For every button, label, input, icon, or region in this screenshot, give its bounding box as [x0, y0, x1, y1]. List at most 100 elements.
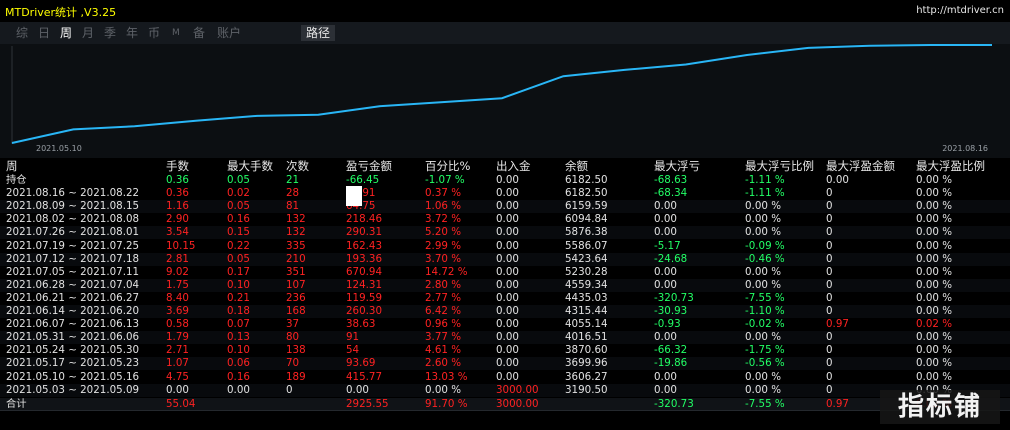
cell-col-8: -68.34 — [654, 187, 688, 200]
table-row: 2021.08.02 ~ 2021.08.08 2.90 0.16 132 218.46… — [0, 213, 1010, 226]
cell-col-2: 0.22 — [227, 239, 250, 252]
column-header-5[interactable]: 百分比% — [425, 160, 470, 173]
cell-col-6: 0.00 — [496, 318, 519, 331]
column-header-0[interactable]: 周 — [6, 160, 18, 173]
cell-col-11: 0.02 % — [916, 318, 952, 331]
tab-0[interactable]: 综 — [14, 25, 30, 41]
cell-col-2: 0.18 — [227, 305, 250, 317]
cell-col-7: 6159.59 — [565, 200, 608, 213]
table-row: 2021.05.03 ~ 2021.05.09 0.00 0.00 0 0.00 0.00… — [0, 383, 1010, 397]
cell-col-8: 0.00 — [654, 331, 677, 344]
chart-end-date: 2021.08.16 — [942, 144, 988, 153]
tab-route[interactable]: 路径 — [301, 25, 336, 41]
cell-col-10: 0 — [826, 200, 833, 213]
cell-col-2: 0.16 — [227, 370, 250, 383]
tab-7[interactable]: M — [170, 25, 182, 41]
cell-col-7: 6094.84 — [565, 213, 608, 226]
tab-4[interactable]: 季 — [102, 25, 118, 41]
cell-col-6: 3000.00 — [496, 397, 539, 410]
cell-col-1: 8.40 — [166, 291, 189, 304]
cell-col-6: 0.00 — [496, 357, 519, 370]
cell-col-5: 91.70 % — [425, 397, 468, 410]
cell-col-1: 3.69 — [166, 305, 189, 317]
cell-col-4: 290.31 — [346, 226, 383, 239]
cell-col-4: 119.59 — [346, 291, 383, 304]
cell-col-6: 0.00 — [496, 252, 519, 265]
cell-col-2: 0.16 — [227, 213, 250, 226]
table-row: 2021.06.28 ~ 2021.07.04 1.75 0.10 107 124.31… — [0, 278, 1010, 292]
column-header-4[interactable]: 盈亏金额 — [346, 160, 392, 173]
title-bar: MTDriver统计 ,V3.25 http://mtdriver.cn — [0, 0, 1010, 22]
tab-8[interactable]: 备 — [191, 25, 207, 41]
cell-col-11: 0.00 % — [916, 344, 952, 357]
balance-line — [11, 44, 992, 144]
cell-col-1: 0.58 — [166, 318, 189, 331]
cell-col-8: 0.00 — [654, 265, 677, 278]
cell-col-10: 0.97 — [826, 318, 849, 331]
cell-col-5: 0.37 % — [425, 187, 461, 200]
column-header-3[interactable]: 次数 — [286, 160, 309, 173]
cell-col-3: 21 — [286, 174, 300, 186]
cell-col-6: 0.00 — [496, 344, 519, 357]
cell-col-7: 5423.64 — [565, 252, 608, 265]
cell-col-2: 0.15 — [227, 226, 250, 239]
column-header-1[interactable]: 手数 — [166, 160, 189, 173]
column-header-11[interactable]: 最大浮盈比例 — [916, 160, 985, 173]
column-header-10[interactable]: 最大浮盈金额 — [826, 160, 895, 173]
tab-3[interactable]: 月 — [80, 25, 96, 41]
row-label: 2021.07.12 ~ 2021.07.18 — [6, 252, 140, 265]
tab-5[interactable]: 年 — [124, 25, 140, 41]
cell-col-3: 210 — [286, 252, 306, 265]
cell-col-1: 1.75 — [166, 278, 189, 291]
column-header-2[interactable]: 最大手数 — [227, 160, 273, 173]
cell-col-3: 81 — [286, 200, 300, 213]
row-label: 2021.07.26 ~ 2021.08.01 — [6, 226, 140, 239]
column-header-8[interactable]: 最大浮亏 — [654, 160, 700, 173]
cell-col-11: 0.00 % — [916, 174, 952, 186]
app-title: MTDriver统计 ,V3.25 — [5, 6, 117, 19]
tab-6[interactable]: 币 — [146, 25, 162, 41]
cell-col-2: 0.17 — [227, 265, 250, 278]
cell-col-3: 138 — [286, 344, 306, 357]
table-row: 2021.07.12 ~ 2021.07.18 2.81 0.05 210 193.36… — [0, 252, 1010, 266]
total-row: 合计 55.04 2925.55 91.70 % 3000.00 -320.73 -7.55… — [0, 397, 1010, 411]
table-row: 2021.05.24 ~ 2021.05.30 2.71 0.10 138 54 4.61… — [0, 344, 1010, 357]
cell-col-7: 5876.38 — [565, 226, 608, 239]
cell-col-10: 0.00 — [826, 174, 849, 186]
website-link[interactable]: http://mtdriver.cn — [916, 5, 1004, 16]
cell-col-4: 38.63 — [346, 318, 376, 331]
row-label: 2021.06.07 ~ 2021.06.13 — [6, 318, 140, 331]
cell-col-8: 0.00 — [654, 383, 677, 396]
cell-col-5: 1.06 % — [425, 200, 461, 213]
cell-col-3: 37 — [286, 318, 300, 331]
tab-1[interactable]: 日 — [36, 25, 52, 41]
cell-col-8: 0.00 — [654, 278, 677, 291]
cell-col-7: 3870.60 — [565, 344, 608, 357]
cell-col-6: 0.00 — [496, 239, 519, 252]
cell-col-4: 670.94 — [346, 265, 383, 278]
cell-col-3: 168 — [286, 305, 306, 317]
cell-col-10: 0 — [826, 291, 833, 304]
cell-col-5: 5.20 % — [425, 226, 461, 239]
cell-col-8: -320.73 — [654, 291, 694, 304]
cell-col-6: 0.00 — [496, 291, 519, 304]
weekly-stats-table: 周 手数 最大手数 次数 盈亏金额 百分比% 出入金 余额 最大浮亏 最大浮亏比例 最大浮盈金额 最大… — [0, 158, 1010, 430]
watermark: 指标铺 — [880, 390, 1000, 424]
cell-col-4: 162.43 — [346, 239, 383, 252]
cell-col-8: -30.93 — [654, 305, 688, 317]
column-header-9[interactable]: 最大浮亏比例 — [745, 160, 814, 173]
column-header-7[interactable]: 余额 — [565, 160, 588, 173]
cell-col-9: 0.00 % — [745, 278, 781, 291]
cell-col-11: 0.00 % — [916, 239, 952, 252]
cell-col-4: 218.46 — [346, 213, 383, 226]
table-row: 2021.06.14 ~ 2021.06.20 3.69 0.18 168 260.30… — [0, 305, 1010, 318]
tab-2[interactable]: 周 — [58, 25, 74, 41]
tab-9[interactable]: 账户 — [215, 25, 243, 41]
column-header-6[interactable]: 出入金 — [496, 160, 531, 173]
cell-col-8: -24.68 — [654, 252, 688, 265]
cell-col-5: 0.96 % — [425, 318, 461, 331]
cell-col-4: 0.00 — [346, 383, 369, 396]
cell-col-4: 54 — [346, 344, 360, 357]
cell-col-7: 6182.50 — [565, 174, 608, 186]
balance-line-chart — [11, 44, 992, 144]
